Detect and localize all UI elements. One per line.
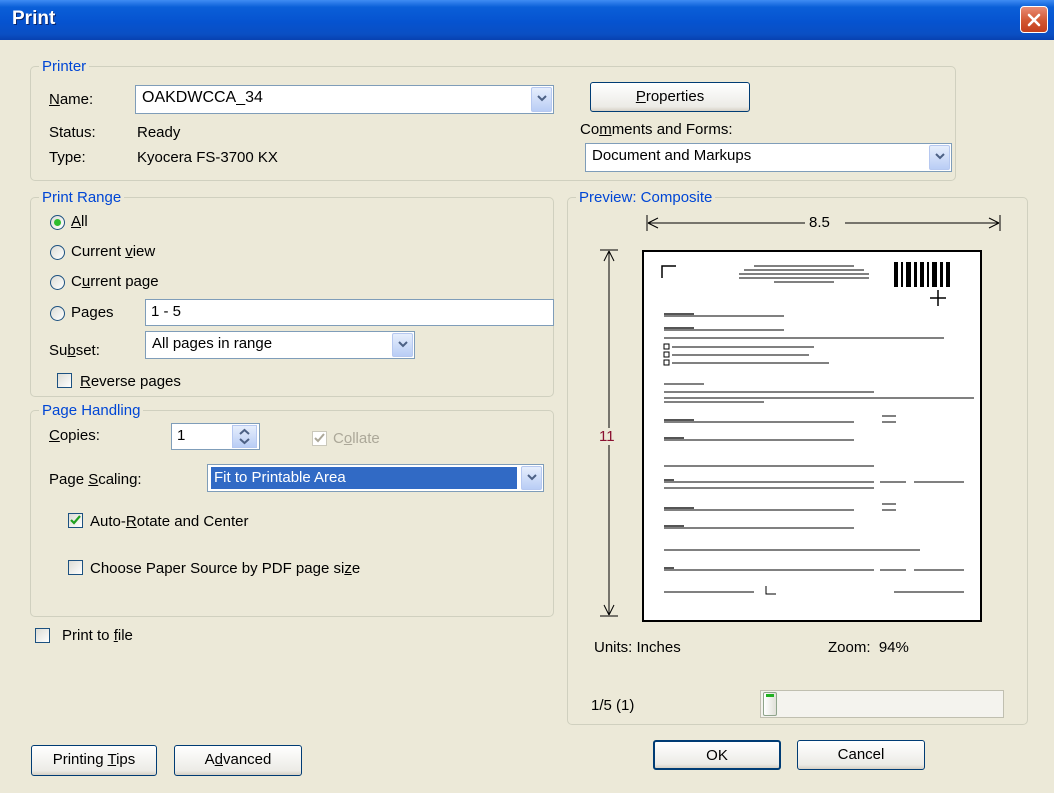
- paper-source-label[interactable]: Choose Paper Source by PDF page size: [90, 560, 360, 577]
- chevron-down-icon: [527, 474, 537, 481]
- comments-forms-select[interactable]: Document and Markups: [585, 143, 952, 172]
- auto-rotate-checkbox[interactable]: [68, 513, 83, 528]
- subset-label: Subset:: [49, 342, 100, 359]
- page-scaling-select[interactable]: Fit to Printable Area: [207, 464, 544, 492]
- preview-page-thumbnail: [642, 250, 982, 622]
- comments-forms-label: Comments and Forms:: [580, 121, 733, 138]
- reverse-pages-label[interactable]: Reverse pages: [80, 373, 181, 390]
- page-scaling-label: Page Scaling:: [49, 471, 142, 488]
- subset-select[interactable]: All pages in range: [145, 331, 415, 359]
- type-value: Kyocera FS-3700 KX: [137, 149, 278, 166]
- copies-label: Copies:: [49, 427, 100, 444]
- preview-legend: Preview: Composite: [576, 189, 716, 206]
- range-all-label[interactable]: All: [71, 213, 88, 230]
- collate-checkbox[interactable]: [312, 431, 327, 446]
- name-label: Name:: [49, 91, 94, 108]
- range-current-view-label[interactable]: Current view: [71, 243, 155, 260]
- window-title: Print: [12, 8, 56, 29]
- close-button[interactable]: [1020, 6, 1048, 33]
- page-scaling-dropdown-button[interactable]: [521, 466, 542, 490]
- range-all-radio[interactable]: [50, 215, 65, 230]
- page-indicator: 1/5 (1): [591, 697, 635, 714]
- printer-name-select[interactable]: OAKDWCCA_34: [135, 85, 554, 114]
- properties-button[interactable]: Properties: [590, 82, 750, 112]
- chevron-down-icon: [398, 341, 408, 348]
- close-icon: [1027, 13, 1041, 27]
- range-current-page-radio[interactable]: [50, 275, 65, 290]
- print-range-group: Print Range: [30, 189, 554, 397]
- paper-source-checkbox[interactable]: [68, 560, 83, 575]
- page-slider-thumb[interactable]: [763, 692, 777, 716]
- checkmark-icon: [314, 433, 325, 443]
- print-dialog: Print Printer Name: OAKDWCCA_34 Status: …: [0, 0, 1054, 793]
- document-preview-graphic: [661, 262, 974, 595]
- printer-name-value: OAKDWCCA_34: [142, 89, 263, 106]
- status-value: Ready: [137, 124, 181, 141]
- width-label: 8.5: [809, 214, 830, 231]
- range-current-page-label[interactable]: Current page: [71, 273, 159, 290]
- range-current-view-radio[interactable]: [50, 245, 65, 260]
- printing-tips-button[interactable]: Printing Tips: [31, 745, 157, 776]
- comments-forms-value: Document and Markups: [592, 147, 752, 164]
- collate-label[interactable]: Collate: [333, 430, 380, 447]
- print-range-legend: Print Range: [39, 189, 125, 206]
- subset-value: All pages in range: [152, 335, 273, 352]
- copies-stepper[interactable]: [232, 425, 257, 448]
- range-pages-radio[interactable]: [50, 306, 65, 321]
- pages-input[interactable]: 1 - 5: [145, 299, 554, 326]
- status-label: Status:: [49, 124, 96, 141]
- chevron-down-icon: [537, 95, 547, 102]
- title-bar[interactable]: Print: [0, 0, 1054, 40]
- page-slider[interactable]: [760, 690, 1004, 718]
- chevron-down-icon: [935, 153, 945, 160]
- auto-rotate-label[interactable]: Auto-Rotate and Center: [90, 513, 248, 530]
- advanced-button[interactable]: Advanced: [174, 745, 302, 776]
- printer-legend: Printer: [39, 58, 90, 75]
- ok-button[interactable]: OK: [653, 740, 781, 770]
- page-scaling-value: Fit to Printable Area: [211, 467, 517, 489]
- units-label: Units: Inches: [594, 639, 681, 656]
- checkmark-icon: [70, 515, 81, 525]
- type-label: Type:: [49, 149, 86, 166]
- copies-input[interactable]: 1: [171, 423, 260, 450]
- cancel-button[interactable]: Cancel: [797, 740, 925, 770]
- stepper-arrows-icon: [239, 428, 250, 445]
- print-to-file-label[interactable]: Print to file: [62, 627, 133, 644]
- zoom-label: Zoom: 94%: [828, 639, 909, 656]
- reverse-pages-checkbox[interactable]: [57, 373, 72, 388]
- print-to-file-checkbox[interactable]: [35, 628, 50, 643]
- printer-name-dropdown-button[interactable]: [531, 87, 552, 112]
- pages-input-value: 1 - 5: [151, 303, 182, 320]
- copies-value: 1: [177, 427, 186, 444]
- page-handling-legend: Page Handling: [39, 402, 144, 419]
- range-pages-label[interactable]: Pages: [71, 304, 114, 321]
- comments-forms-dropdown-button[interactable]: [929, 145, 950, 170]
- subset-dropdown-button[interactable]: [392, 333, 413, 357]
- height-label: 11: [597, 428, 617, 445]
